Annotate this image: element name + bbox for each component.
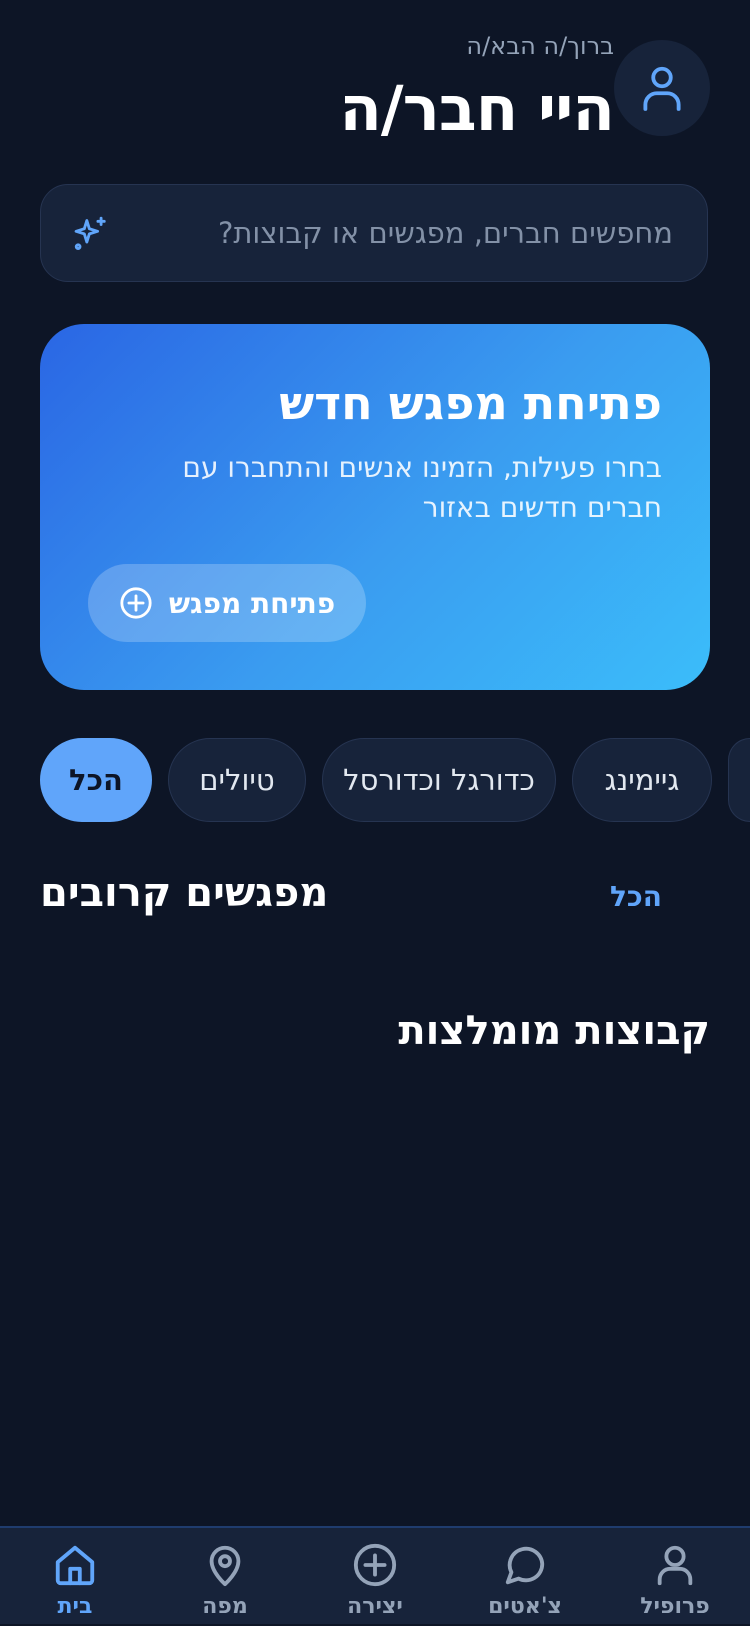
- nav-chats[interactable]: צ'אטים: [470, 1542, 580, 1626]
- user-icon: [643, 66, 681, 111]
- search-input[interactable]: [153, 185, 673, 281]
- sparkle-icon[interactable]: [71, 215, 109, 253]
- nav-label: פרופיל: [640, 1594, 710, 1619]
- nav-profile[interactable]: פרופיל: [620, 1542, 730, 1626]
- nearby-meetups-title: מפגשים קרובים: [40, 870, 329, 916]
- chip-trips[interactable]: טיולים: [168, 738, 306, 822]
- greeting-text: ברוך/ה הבא/ה: [466, 32, 614, 60]
- user-icon: [657, 1545, 693, 1586]
- category-chips: הכל טיולים כדורגל וכדורסל גיימינג: [0, 738, 750, 822]
- chip-football-basketball[interactable]: כדורגל וכדורסל: [322, 738, 556, 822]
- plus-circle-icon: [353, 1543, 397, 1587]
- profile-avatar-button[interactable]: [614, 40, 710, 136]
- plus-circle-icon: [120, 587, 152, 619]
- create-meetup-card: פתיחת מפגש חדש בחרו פעילות, הזמינו אנשים…: [40, 324, 710, 690]
- see-all-link[interactable]: הכל: [610, 880, 662, 913]
- nav-label: בית: [57, 1594, 93, 1619]
- chip-gaming[interactable]: גיימינג: [572, 738, 712, 822]
- nav-map[interactable]: מפה: [170, 1542, 280, 1626]
- recommended-groups-title: קבוצות מומלצות: [398, 1008, 710, 1054]
- nav-label: צ'אטים: [488, 1594, 562, 1619]
- chip-all[interactable]: הכל: [40, 738, 152, 822]
- create-meetup-label: פתיחת מפגש: [168, 586, 336, 620]
- page-title: היי חבר/ה: [339, 72, 615, 145]
- create-meetup-button[interactable]: פתיחת מפגש: [88, 564, 366, 642]
- home-icon: [55, 1545, 95, 1586]
- promo-description: בחרו פעילות, הזמינו אנשים והתחברו עם חבר…: [182, 451, 662, 524]
- nav-label: יצירה: [347, 1594, 403, 1619]
- nav-create[interactable]: יצירה: [320, 1542, 430, 1626]
- nav-home[interactable]: בית: [20, 1542, 130, 1626]
- header: ברוך/ה הבא/ה היי חבר/ה: [0, 32, 750, 152]
- bottom-nav: בית מפה יצירה צ'אטים פרופיל: [0, 1526, 750, 1624]
- map-pin-icon: [209, 1545, 241, 1587]
- chip-more[interactable]: [728, 738, 750, 822]
- nav-label: מפה: [202, 1594, 248, 1619]
- search-bar[interactable]: [40, 184, 708, 282]
- promo-title: פתיחת מפגש חדש: [279, 376, 662, 430]
- chat-bubble-icon: [505, 1546, 545, 1585]
